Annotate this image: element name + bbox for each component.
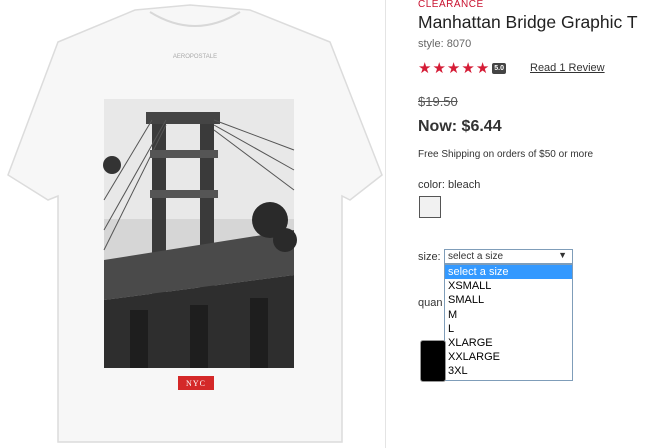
product-details: CLEARANCE Manhattan Bridge Graphic T sty… bbox=[418, 0, 650, 448]
color-label: color: bleach bbox=[418, 179, 481, 191]
size-option[interactable]: 3XL bbox=[445, 364, 572, 378]
star-icon: ★ bbox=[461, 59, 475, 77]
clearance-badge: CLEARANCE bbox=[418, 0, 484, 10]
product-style: style: 8070 bbox=[418, 38, 472, 50]
nyc-label-text: NYC bbox=[186, 379, 206, 388]
sale-price: Now: $6.44 bbox=[418, 118, 502, 135]
rating-stars: ★ ★ ★ ★ ★ 5.0 bbox=[418, 60, 506, 76]
add-to-bag-button[interactable] bbox=[420, 340, 446, 382]
star-icon: ★ bbox=[475, 59, 490, 77]
star-icon: ★ bbox=[418, 59, 432, 77]
size-option[interactable]: XXLARGE bbox=[445, 350, 572, 364]
dropdown-arrow-icon: ▼ bbox=[558, 250, 567, 260]
size-option[interactable]: M bbox=[445, 308, 572, 322]
star-icon: ★ bbox=[446, 59, 461, 77]
rating-score: 5.0 bbox=[492, 62, 506, 74]
product-title: Manhattan Bridge Graphic T bbox=[418, 12, 638, 32]
color-swatch-bleach[interactable] bbox=[419, 196, 441, 218]
product-image: AEROPOSTALE NYC bbox=[7, 4, 383, 443]
shipping-info: Free Shipping on orders of $50 or more bbox=[418, 149, 594, 160]
quantity-label: quan bbox=[418, 297, 443, 309]
size-option[interactable]: SMALL bbox=[445, 293, 572, 307]
size-label: size: bbox=[418, 251, 441, 263]
size-options-list: select a size XSMALL SMALL M L XLARGE XX… bbox=[444, 264, 573, 381]
product-image-panel: AEROPOSTALE NYC bbox=[0, 0, 386, 448]
collar-text: AEROPOSTALE bbox=[173, 54, 217, 60]
read-reviews-link[interactable]: Read 1 Review bbox=[530, 62, 605, 74]
size-select[interactable]: select a size ▼ bbox=[444, 249, 573, 264]
star-icon: ★ bbox=[432, 59, 446, 77]
size-option[interactable]: XLARGE bbox=[445, 336, 572, 350]
size-option[interactable]: select a size bbox=[445, 265, 572, 280]
size-option[interactable]: L bbox=[445, 322, 572, 336]
size-option[interactable]: XSMALL bbox=[445, 279, 572, 293]
original-price: $19.50 bbox=[418, 94, 458, 109]
size-select-value: select a size bbox=[448, 251, 504, 262]
